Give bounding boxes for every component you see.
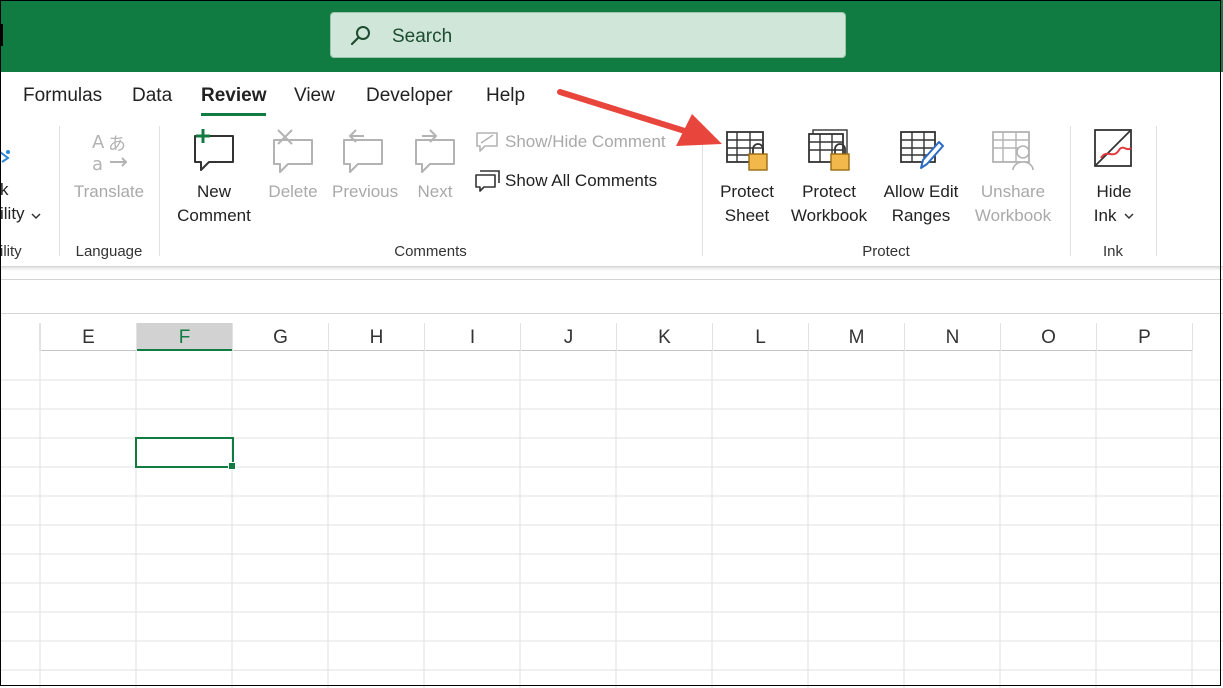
new-comment-label-1: New — [196, 182, 231, 201]
unshare-workbook-icon — [992, 131, 1034, 171]
formula-bar[interactable] — [0, 279, 1223, 314]
tab-review[interactable]: Review — [201, 85, 267, 116]
translate-icon: A あ a — [92, 132, 128, 174]
allow-edit-ranges-label-1: Allow Edit — [883, 182, 959, 201]
accessibility-label-2: ility — [0, 204, 25, 223]
group-separator — [1070, 126, 1071, 256]
protect-sheet-icon — [726, 131, 768, 171]
show-hide-comment-button[interactable]: Show/Hide Comment — [475, 130, 675, 154]
hide-ink-icon — [1094, 129, 1132, 167]
grid-lines — [0, 323, 1223, 688]
unshare-workbook-label-1: Unshare — [980, 182, 1046, 201]
new-comment-label-2: Comment — [177, 206, 251, 225]
protect-sheet-button[interactable]: Protect Sheet — [712, 128, 782, 228]
column-header-f[interactable]: F — [137, 323, 232, 351]
translate-button[interactable]: A あ a Translate — [68, 128, 150, 204]
tab-help[interactable]: Help — [486, 85, 525, 107]
chevron-down-icon — [1124, 213, 1134, 220]
column-header-p[interactable]: P — [1097, 323, 1192, 351]
show-all-comments-label: Show All Comments — [505, 171, 658, 190]
column-header-i[interactable]: I — [425, 323, 520, 351]
accessibility-icon — [0, 150, 10, 163]
column-header-j[interactable]: J — [521, 323, 616, 351]
tab-formulas[interactable]: Formulas — [23, 85, 102, 107]
tab-data[interactable]: Data — [132, 85, 172, 107]
previous-comment-icon — [343, 129, 383, 173]
svg-text:A: A — [92, 132, 105, 153]
check-accessibility-button[interactable]: k ility — [0, 118, 55, 238]
tab-view[interactable]: View — [294, 85, 335, 107]
translate-label: Translate — [73, 182, 145, 201]
next-comment-button[interactable]: Next — [404, 128, 466, 204]
delete-comment-icon — [273, 129, 313, 173]
window-edge — [0, 24, 3, 46]
title-bar: Search — [0, 0, 1223, 72]
group-label-accessibility: ility — [0, 243, 22, 260]
search-icon — [350, 26, 370, 46]
allow-edit-ranges-icon — [900, 131, 944, 169]
column-header-o[interactable]: O — [1001, 323, 1096, 351]
group-label-language: Language — [75, 243, 143, 260]
svg-text:a: a — [92, 154, 103, 174]
group-label-protect: Protect — [862, 243, 910, 260]
column-header-n[interactable]: N — [905, 323, 1000, 351]
ribbon: k ility ility A あ a Translate Language N… — [0, 118, 1223, 267]
hide-ink-button[interactable]: Hide Ink — [1084, 128, 1144, 228]
new-comment-icon — [194, 129, 234, 171]
column-header-h[interactable]: H — [329, 323, 424, 351]
group-label-comments: Comments — [394, 243, 467, 260]
previous-comment-button[interactable]: Previous — [332, 128, 399, 204]
previous-label: Previous — [332, 182, 399, 201]
hide-ink-label-1: Hide — [1096, 182, 1132, 201]
allow-edit-ranges-button[interactable]: Allow Edit Ranges — [878, 128, 964, 228]
column-header-l[interactable]: L — [713, 323, 808, 351]
hide-ink-label-2: Ink — [1084, 204, 1144, 228]
new-comment-button[interactable]: New Comment — [170, 128, 258, 228]
show-all-comments-icon — [475, 170, 500, 192]
unshare-workbook-button[interactable]: Unshare Workbook — [970, 128, 1056, 228]
accessibility-label-1: k — [0, 180, 9, 199]
unshare-workbook-label-2: Workbook — [974, 206, 1052, 225]
ribbon-tabs: Formulas Data Review View Developer Help — [0, 72, 1223, 118]
next-label: Next — [417, 182, 453, 201]
show-hide-comment-label: Show/Hide Comment — [505, 132, 666, 151]
protect-workbook-icon — [808, 129, 850, 171]
group-label-ink: Ink — [1102, 243, 1123, 260]
column-header-g[interactable]: G — [233, 323, 328, 351]
column-header-e[interactable]: E — [41, 323, 136, 351]
protect-sheet-label-1: Protect — [720, 182, 774, 201]
protect-workbook-label-2: Workbook — [790, 206, 868, 225]
search-placeholder: Search — [392, 26, 453, 47]
group-separator — [702, 126, 703, 256]
protect-sheet-label-2: Sheet — [724, 206, 770, 225]
search-box[interactable]: Search — [330, 12, 846, 58]
chevron-down-icon — [31, 213, 41, 220]
hide-ink-label-2-text: Ink — [1093, 206, 1117, 225]
selected-cell[interactable] — [135, 437, 236, 470]
group-separator — [159, 126, 160, 256]
column-header-k[interactable]: K — [617, 323, 712, 351]
tab-developer[interactable]: Developer — [366, 85, 453, 107]
show-hide-comment-icon — [476, 132, 498, 152]
column-header-m[interactable]: M — [809, 323, 904, 351]
next-comment-icon — [415, 129, 455, 173]
group-separator — [59, 126, 60, 256]
show-all-comments-button[interactable]: Show All Comments — [475, 169, 675, 193]
fill-handle[interactable] — [228, 462, 236, 470]
protect-workbook-label-1: Protect — [802, 182, 856, 201]
svg-text:あ: あ — [108, 134, 126, 155]
protect-workbook-button[interactable]: Protect Workbook — [786, 128, 872, 228]
delete-label: Delete — [268, 182, 318, 201]
group-separator — [1156, 126, 1157, 256]
allow-edit-ranges-label-2: Ranges — [891, 206, 951, 225]
delete-comment-button[interactable]: Delete — [262, 128, 324, 204]
